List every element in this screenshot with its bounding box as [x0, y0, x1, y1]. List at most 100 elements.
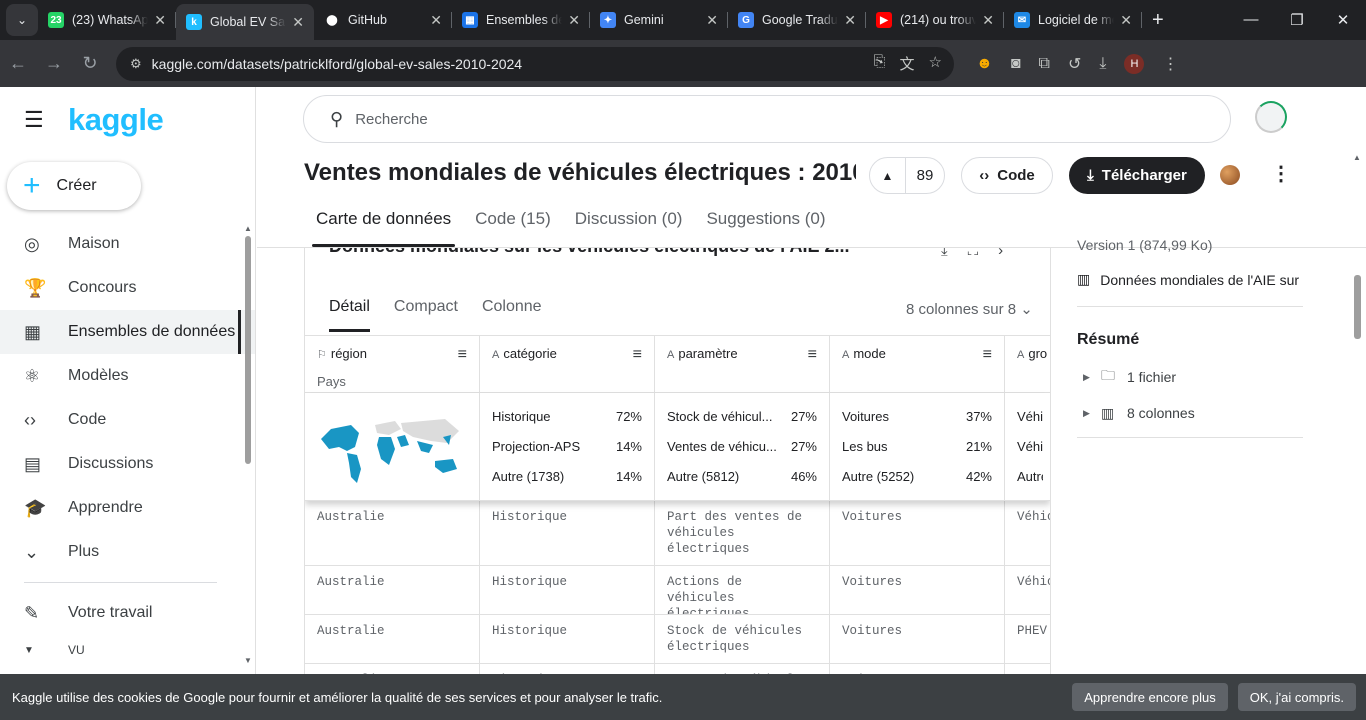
- tab-close-icon[interactable]: ✕: [568, 12, 580, 29]
- column-count-dropdown[interactable]: 8 colonnes sur 8 ⌄: [906, 300, 1033, 318]
- tab-close-icon[interactable]: ✕: [982, 12, 994, 29]
- column-header[interactable]: Agro: [1005, 336, 1050, 392]
- tab-close-icon[interactable]: ✕: [430, 12, 442, 29]
- table-row[interactable]: AustralieHistoriqueVentes de véhiculesVo…: [305, 664, 1050, 674]
- scroll-down-icon[interactable]: ▼: [244, 656, 252, 665]
- scrollbar-thumb[interactable]: [245, 236, 251, 464]
- scroll-up-icon[interactable]: ▲: [1353, 153, 1361, 162]
- sidebar-item-plus[interactable]: ⌄ Plus: [0, 530, 255, 574]
- extension-icon[interactable]: ☻: [976, 55, 993, 73]
- tab-close-icon[interactable]: ✕: [154, 12, 166, 29]
- scroll-up-icon[interactable]: ▲: [244, 224, 252, 233]
- sort-icon[interactable]: ≡: [458, 346, 467, 364]
- close-window-icon[interactable]: ✕: [1320, 11, 1366, 29]
- tab-close-icon[interactable]: ✕: [1120, 12, 1132, 29]
- download-file-icon[interactable]: ⤓: [941, 248, 948, 259]
- download-button-label: Télécharger: [1101, 167, 1187, 184]
- bookmark-star-icon[interactable]: ☆: [929, 53, 942, 74]
- browser-tab[interactable]: ✉ Logiciel de messagerie ✕: [1004, 0, 1142, 40]
- ok-button[interactable]: OK, j'ai compris.: [1237, 683, 1356, 711]
- omnibox[interactable]: ⚙ kaggle.com/datasets/patricklford/globa…: [116, 46, 954, 81]
- browser-tab[interactable]: k Global EV Sales ✕: [176, 4, 314, 40]
- sort-icon[interactable]: ≡: [983, 346, 992, 364]
- column-header[interactable]: Aparamètre ≡: [655, 336, 830, 392]
- tab-2[interactable]: Discussion (0): [575, 209, 683, 247]
- profile-avatar[interactable]: H: [1124, 53, 1145, 74]
- tab-close-icon[interactable]: ✕: [844, 12, 856, 29]
- version-link[interactable]: Version 1 (874,99 Ko): [1077, 237, 1303, 253]
- column-header[interactable]: Acatégorie ≡: [480, 336, 655, 392]
- browser-tab[interactable]: ▶ (214) ou trouver ✕: [866, 0, 1004, 40]
- browser-tab[interactable]: ⬤ GitHub ✕: [314, 0, 452, 40]
- caret-right-icon[interactable]: ▶: [1083, 408, 1101, 419]
- new-tab-button[interactable]: +: [1152, 9, 1164, 32]
- sort-icon[interactable]: ≡: [808, 346, 817, 364]
- translate-icon[interactable]: 文: [900, 53, 915, 74]
- browser-tab[interactable]: G Google Traduction ✕: [728, 0, 866, 40]
- sidebar-item-ensembles-de-données[interactable]: ▦ Ensembles de données: [0, 310, 255, 354]
- back-icon[interactable]: ←: [0, 53, 36, 74]
- reload-icon[interactable]: ↻: [72, 53, 108, 74]
- forward-icon[interactable]: →: [36, 53, 72, 74]
- minimize-icon[interactable]: —: [1228, 11, 1274, 29]
- extensions-puzzle-icon[interactable]: ⧉: [1039, 55, 1050, 73]
- scrollbar-thumb[interactable]: [1354, 275, 1361, 339]
- url-text[interactable]: kaggle.com/datasets/patricklford/global-…: [152, 56, 874, 72]
- summary-item[interactable]: ▶ 🗀 1 fichier: [1077, 359, 1303, 395]
- sidebar-item-code[interactable]: ‹› Code: [0, 398, 255, 442]
- divider: [1077, 437, 1303, 438]
- install-app-icon[interactable]: ⎘: [874, 53, 886, 74]
- user-avatar[interactable]: [1255, 101, 1287, 133]
- upvote-button[interactable]: ▲ 89: [869, 157, 945, 194]
- sidebar-item-discussions[interactable]: ▤ Discussions: [0, 442, 255, 486]
- view-tab-compact[interactable]: Compact: [394, 298, 458, 332]
- sidebar-item-modèles[interactable]: ⚛ Modèles: [0, 354, 255, 398]
- view-tab-colonne[interactable]: Colonne: [482, 298, 542, 332]
- chevron-right-icon[interactable]: ›: [998, 248, 1003, 259]
- learn-more-button[interactable]: Apprendre encore plus: [1072, 683, 1228, 711]
- page-scrollbar[interactable]: ▲: [1353, 153, 1362, 674]
- camera-extension-icon[interactable]: ◙: [1011, 55, 1021, 73]
- browser-tab[interactable]: ✦ Gemini ✕: [590, 0, 728, 40]
- browser-menu-icon[interactable]: ⋮: [1162, 54, 1178, 74]
- table-row[interactable]: Australie Historique Actions de véhicules …: [305, 566, 1050, 615]
- table-row[interactable]: Australie Historique Part des ventes de vé…: [305, 501, 1050, 566]
- sort-icon[interactable]: ≡: [633, 346, 642, 364]
- code-button[interactable]: ‹› Code: [961, 157, 1053, 194]
- tab-3[interactable]: Suggestions (0): [706, 209, 825, 247]
- tab-search-icon[interactable]: ⌄: [6, 4, 38, 36]
- hamburger-menu-icon[interactable]: ☰: [24, 107, 68, 133]
- column-header[interactable]: Amode ≡: [830, 336, 1005, 392]
- tab-close-icon[interactable]: ✕: [706, 12, 718, 29]
- sidebar-item-apprendre[interactable]: 🎓 Apprendre: [0, 486, 255, 530]
- tab-0[interactable]: Carte de données: [311, 209, 456, 247]
- search-input[interactable]: ⚲ Recherche: [303, 95, 1231, 143]
- sidebar-item-maison[interactable]: ◎ Maison: [0, 222, 255, 266]
- view-tab-détail[interactable]: Détail: [329, 298, 370, 332]
- history-icon[interactable]: ↺: [1068, 54, 1081, 74]
- maximize-icon[interactable]: ❐: [1274, 11, 1320, 29]
- column-header[interactable]: ⚐ région ≡ Pays: [305, 336, 480, 392]
- sidebar-item-viewed[interactable]: ▼ VU: [0, 635, 255, 665]
- browser-tab[interactable]: 23 (23) WhatsApp ✕: [38, 0, 176, 40]
- table-row[interactable]: Australie Historique Stock de véhicules él…: [305, 615, 1050, 664]
- tab-close-icon[interactable]: ✕: [292, 14, 304, 31]
- summary-item[interactable]: ▶ ▥ 8 colonnes: [1077, 395, 1303, 431]
- tab-1[interactable]: Code (15): [475, 209, 551, 247]
- upvote-arrow-icon[interactable]: ▲: [870, 158, 906, 193]
- file-link[interactable]: ▥ Données mondiales de l'AIE sur les véh…: [1077, 271, 1303, 288]
- sidebar-scrollbar[interactable]: ▲ ▼: [244, 224, 252, 665]
- download-button[interactable]: ⤓ Télécharger: [1069, 157, 1205, 194]
- fullscreen-icon[interactable]: ⛶: [968, 248, 979, 259]
- tab-title: Google Traduction: [762, 13, 838, 27]
- browser-tab[interactable]: ▦ Ensembles de données ✕: [452, 0, 590, 40]
- sidebar-item-your-work[interactable]: ✎ Votre travail: [0, 591, 255, 635]
- downloads-icon[interactable]: ⤓: [1099, 55, 1106, 73]
- kaggle-logo[interactable]: kaggle: [68, 102, 164, 138]
- table-cell: Australie: [305, 501, 480, 565]
- caret-right-icon[interactable]: ▶: [1083, 372, 1101, 383]
- create-button[interactable]: + Créer: [7, 162, 141, 210]
- sidebar-item-concours[interactable]: 🏆 Concours: [0, 266, 255, 310]
- site-info-icon[interactable]: ⚙: [130, 56, 142, 72]
- more-options-icon[interactable]: ⋮: [1271, 161, 1291, 186]
